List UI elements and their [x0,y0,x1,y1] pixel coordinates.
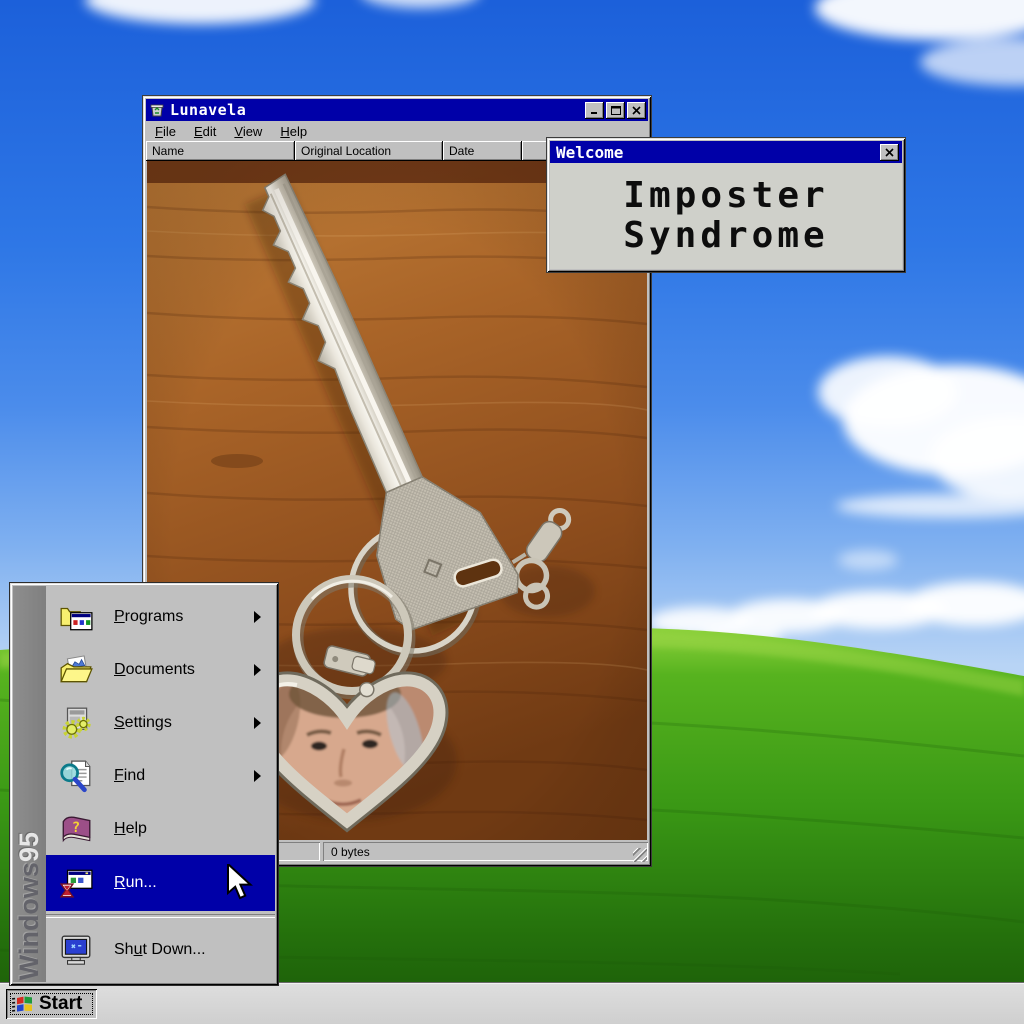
welcome-body: Imposter Syndrome [550,163,902,269]
find-icon [58,758,94,794]
column-header-date[interactable]: Date [443,141,522,161]
start-button[interactable]: Start [6,989,97,1019]
documents-icon [58,652,94,688]
start-menu-separator [46,914,275,918]
welcome-message-line2: Syndrome [623,216,828,256]
window-title: Lunavela [170,101,583,119]
taskbar: Start [0,983,1024,1024]
start-menu-item-programs[interactable]: Programs [46,590,275,643]
welcome-close-button[interactable] [880,144,899,161]
welcome-message-line1: Imposter [623,176,828,216]
close-icon [632,106,641,115]
windows95-branding: Windows95 [15,832,44,980]
run-icon [58,865,94,901]
column-header-name[interactable]: Name [146,141,295,161]
start-menu-item-documents[interactable]: Documents [46,643,275,696]
mouse-cursor [226,864,256,900]
windows-logo-icon [11,993,35,1015]
menu-view[interactable]: View [225,122,271,141]
shutdown-icon [58,932,94,968]
submenu-arrow-icon [254,611,261,623]
maximize-button[interactable] [606,102,625,119]
start-menu-sidebar: Windows95 [13,586,46,982]
minimize-button[interactable] [585,102,604,119]
close-button[interactable] [627,102,646,119]
status-panel-bytes: 0 bytes [323,842,648,861]
programs-icon [58,599,94,635]
start-menu-item-find[interactable]: Find [46,749,275,802]
menu-file[interactable]: File [146,122,185,141]
explorer-titlebar[interactable]: Lunavela [146,99,648,121]
start-menu-item-shutdown[interactable]: Shut Down... [46,920,275,980]
menu-edit[interactable]: Edit [185,122,225,141]
welcome-title: Welcome [556,143,878,162]
close-icon [885,148,894,157]
menu-help[interactable]: Help [271,122,316,141]
recycle-bin-icon [149,102,165,118]
welcome-dialog: Welcome Imposter Syndrome [547,138,905,272]
minimize-icon [590,106,600,115]
start-button-label: Start [39,993,82,1015]
column-header-original-location[interactable]: Original Location [295,141,443,161]
svg-text:?: ? [72,820,80,836]
resize-grip[interactable] [633,848,647,862]
submenu-arrow-icon [254,664,261,676]
desktop: Lunavela File Edit View H [0,0,1024,1024]
welcome-titlebar[interactable]: Welcome [550,141,902,163]
help-icon: ? [58,811,94,847]
start-menu-item-help[interactable]: ? Help [46,802,275,855]
settings-icon [58,705,94,741]
maximize-icon [611,106,621,115]
submenu-arrow-icon [254,717,261,729]
start-menu: Windows95 Programs [10,583,278,985]
start-menu-item-settings[interactable]: Settings [46,696,275,749]
submenu-arrow-icon [254,770,261,782]
